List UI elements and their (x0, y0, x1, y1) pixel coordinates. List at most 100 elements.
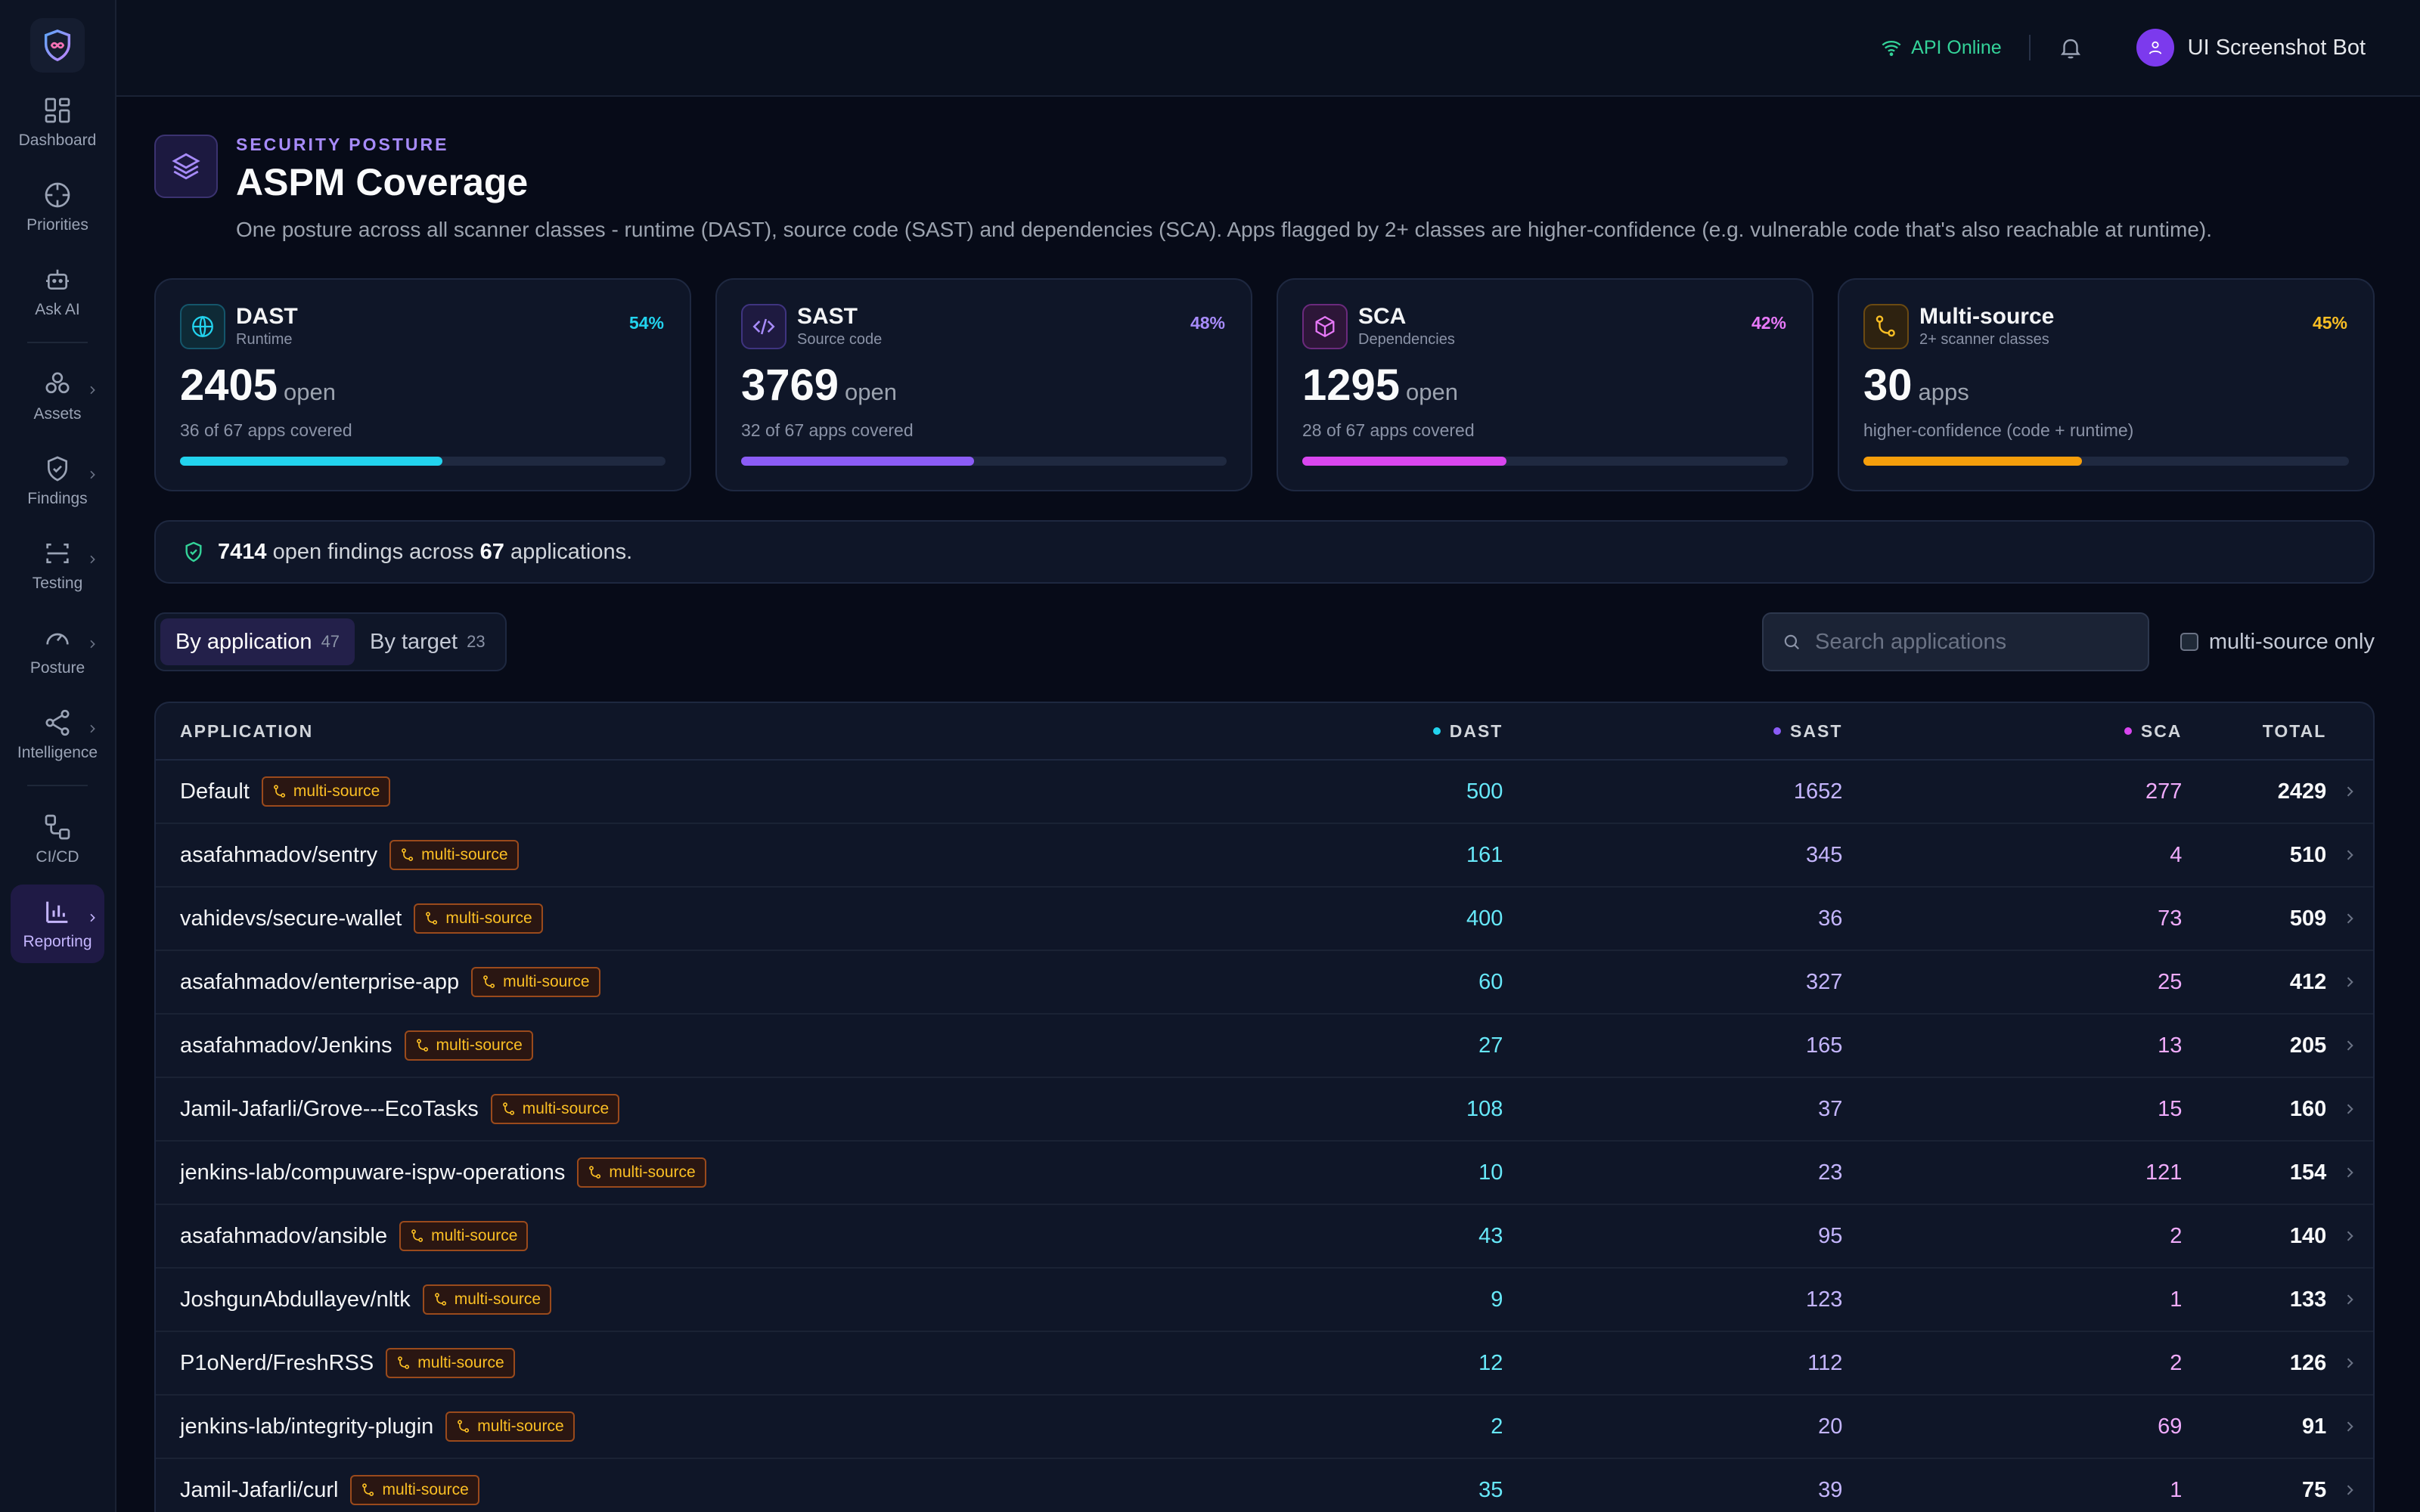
table-row[interactable]: vahidevs/secure-wallet multi-source 400 … (156, 888, 2373, 951)
bell-icon[interactable] (2058, 35, 2083, 60)
card-icon-box (180, 304, 225, 349)
app-name[interactable]: Jamil-Jafarli/curl (180, 1478, 338, 1503)
bot-icon (46, 269, 69, 290)
tab-by-application[interactable]: By application 47 (160, 618, 355, 665)
card-unit: open (284, 379, 336, 405)
card-multi-source[interactable]: Multi-source 2+ scanner classes 45% 30 ap… (1838, 278, 2375, 491)
card-title: DAST (236, 304, 298, 329)
table-row[interactable]: JoshgunAbdullayev/nltk multi-source 9 12… (156, 1269, 2373, 1332)
table-row[interactable]: asafahmadov/Jenkins multi-source 27 165 … (156, 1015, 2373, 1078)
git-merge-icon (458, 1420, 470, 1433)
multi-source-badge: multi-source (389, 840, 519, 870)
multi-source-badge: multi-source (399, 1221, 529, 1251)
chevron-right-icon (90, 724, 95, 733)
multi-source-checkbox[interactable] (2180, 633, 2198, 651)
card-dast[interactable]: DAST Runtime 54% 2405 open 36 of 67 apps … (154, 278, 691, 491)
app-cell: asafahmadov/sentry multi-source (156, 840, 1360, 870)
card-subtitle: Runtime (236, 331, 293, 348)
coverage-bar (1302, 457, 1788, 466)
table-row[interactable]: Jamil-Jafarli/Grove---EcoTasks multi-sou… (156, 1078, 2373, 1142)
sidebar-item-reporting[interactable]: Reporting (11, 885, 104, 963)
app-cell: JoshgunAbdullayev/nltk multi-source (156, 1284, 1360, 1315)
total-count: 154 (2289, 1160, 2327, 1185)
card-sca[interactable]: SCA Dependencies 42% 1295 open 28 of 67 a… (1277, 278, 1813, 491)
sast-cell: 327 (1503, 970, 1842, 995)
app-cell: P1oNerd/FreshRSS multi-source (156, 1348, 1360, 1378)
tab-by-target[interactable]: By target 23 (355, 618, 501, 665)
app-name[interactable]: asafahmadov/ansible (180, 1224, 387, 1249)
app-name[interactable]: Default (180, 779, 250, 804)
chevron-right-icon (2347, 1040, 2353, 1051)
card-icon-box (1863, 304, 1909, 349)
multi-source-filter[interactable]: multi-source only (2180, 612, 2375, 671)
sca-count: 13 (2158, 1033, 2183, 1058)
column-header-sast[interactable]: SAST (1503, 721, 1842, 742)
user-menu[interactable]: UI Screenshot Bot (2136, 29, 2366, 67)
table-row[interactable]: P1oNerd/FreshRSS multi-source 12 112 2 1… (156, 1332, 2373, 1396)
sca-cell: 1 (1842, 1287, 2182, 1312)
sidebar-item-assets[interactable]: Assets (11, 357, 104, 435)
card-sast[interactable]: SAST Source code 48% 3769 open 32 of 67 a… (715, 278, 1252, 491)
search-box[interactable] (1762, 612, 2149, 671)
app-name[interactable]: jenkins-lab/integrity-plugin (180, 1414, 433, 1439)
app-cell: jenkins-lab/compuware-ispw-operations mu… (156, 1157, 1360, 1188)
chevron-right-icon (2347, 913, 2353, 924)
column-header-dast[interactable]: DAST (1360, 721, 1503, 742)
table-row[interactable]: jenkins-lab/integrity-plugin multi-sourc… (156, 1396, 2373, 1459)
table-row[interactable]: Jamil-Jafarli/curl multi-source 35 39 1 … (156, 1459, 2373, 1512)
app-name[interactable]: JoshgunAbdullayev/nltk (180, 1287, 411, 1312)
table-row[interactable]: asafahmadov/enterprise-app multi-source … (156, 951, 2373, 1015)
row-arrow (2326, 847, 2373, 863)
header-icon-box (154, 135, 218, 198)
total-cell: 154 (2182, 1160, 2326, 1185)
table-row[interactable]: asafahmadov/ansible multi-source 43 95 2… (156, 1205, 2373, 1269)
dast-cell: 35 (1360, 1478, 1503, 1503)
app-name[interactable]: asafahmadov/enterprise-app (180, 970, 459, 995)
app-name[interactable]: asafahmadov/sentry (180, 843, 377, 868)
sast-count: 36 (1818, 906, 1843, 931)
git-merge-icon (426, 912, 438, 925)
sidebar-item-findings[interactable]: Findings (11, 442, 104, 520)
sidebar-item-testing[interactable]: Testing (11, 526, 104, 605)
chevron-right-icon (90, 640, 95, 649)
sidebar-item-ask-ai[interactable]: Ask AI (11, 253, 104, 331)
dast-count: 500 (1466, 779, 1503, 804)
sidebar-item-priorities[interactable]: Priorities (11, 168, 104, 246)
findings-summary: 7414 open findings across 67 application… (154, 520, 2375, 584)
search-input[interactable] (1815, 629, 2133, 655)
total-count: 160 (2289, 1096, 2327, 1121)
table-header: APPLICATION DAST SAST SCA TOTAL (156, 703, 2373, 761)
sidebar-item-label: Testing (32, 575, 83, 592)
app-name[interactable]: asafahmadov/Jenkins (180, 1033, 392, 1058)
column-header-sca[interactable]: SCA (1842, 721, 2182, 742)
dast-count: 35 (1478, 1477, 1503, 1502)
sidebar-item-dashboard[interactable]: Dashboard (11, 83, 104, 162)
app-name[interactable]: jenkins-lab/compuware-ispw-operations (180, 1160, 565, 1185)
app-cell: Jamil-Jafarli/curl multi-source (156, 1475, 1360, 1505)
sidebar-item-label: Findings (27, 490, 88, 507)
table-row[interactable]: asafahmadov/sentry multi-source 161 345 … (156, 824, 2373, 888)
app-logo[interactable] (30, 18, 85, 73)
dast-count: 108 (1466, 1096, 1503, 1121)
globe-icon (192, 315, 213, 338)
app-name[interactable]: P1oNerd/FreshRSS (180, 1351, 374, 1376)
sidebar-item-cicd[interactable]: CI/CD (11, 800, 104, 878)
column-header-total[interactable]: TOTAL (2182, 721, 2326, 742)
column-header-label: SCA (2140, 720, 2183, 741)
app-name[interactable]: vahidevs/secure-wallet (180, 906, 402, 931)
sidebar-divider (27, 785, 88, 786)
table-row[interactable]: Default multi-source 500 1652 277 2429 (156, 761, 2373, 824)
table-row[interactable]: jenkins-lab/compuware-ispw-operations mu… (156, 1142, 2373, 1205)
summary-text-end: applications. (504, 539, 633, 564)
sidebar-item-label: Reporting (23, 933, 92, 950)
app-name[interactable]: Jamil-Jafarli/Grove---EcoTasks (180, 1097, 479, 1122)
chevron-right-icon (90, 470, 95, 479)
column-header-application[interactable]: APPLICATION (156, 721, 1360, 742)
sidebar-item-posture[interactable]: Posture (11, 611, 104, 689)
page-header: SECURITY POSTURE ASPM Coverage One postu… (154, 97, 2375, 278)
sast-cell: 1652 (1503, 779, 1843, 804)
sidebar-item-intelligence[interactable]: Intelligence (11, 696, 104, 774)
card-unit: apps (1918, 379, 1969, 405)
card-value: 1295 (1302, 361, 1401, 410)
sca-cell: 69 (1842, 1414, 2182, 1439)
